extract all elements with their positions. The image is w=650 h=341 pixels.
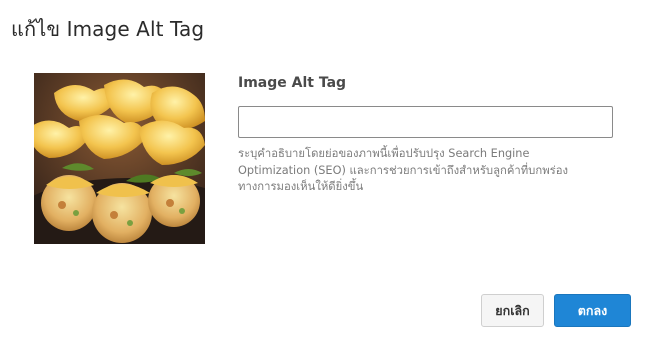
help-line: ระบุคำอธิบายโดยย่อของภาพนี้เพื่อปรับปรุง… xyxy=(238,147,530,160)
alt-tag-label: Image Alt Tag xyxy=(238,75,347,91)
help-line: Optimization (SEO) และการช่วยการเข้าถึงส… xyxy=(238,163,569,177)
food-image-graphic xyxy=(34,73,205,244)
ok-button[interactable]: ตกลง xyxy=(554,294,631,327)
alt-tag-help-text: ระบุคำอธิบายโดยย่อของภาพนี้เพื่อปรับปรุง… xyxy=(238,146,608,196)
cancel-button[interactable]: ยกเลิก xyxy=(481,294,544,327)
edit-alt-tag-dialog: แก้ไข Image Alt Tag Image Alt Tag ระบุคำ… xyxy=(0,0,650,341)
dialog-title: แก้ไข Image Alt Tag xyxy=(11,17,205,41)
alt-tag-input[interactable] xyxy=(238,106,613,138)
food-image xyxy=(34,73,205,244)
help-line: ทางการมองเห็นให้ดียิ่งขึ้น xyxy=(238,180,364,193)
